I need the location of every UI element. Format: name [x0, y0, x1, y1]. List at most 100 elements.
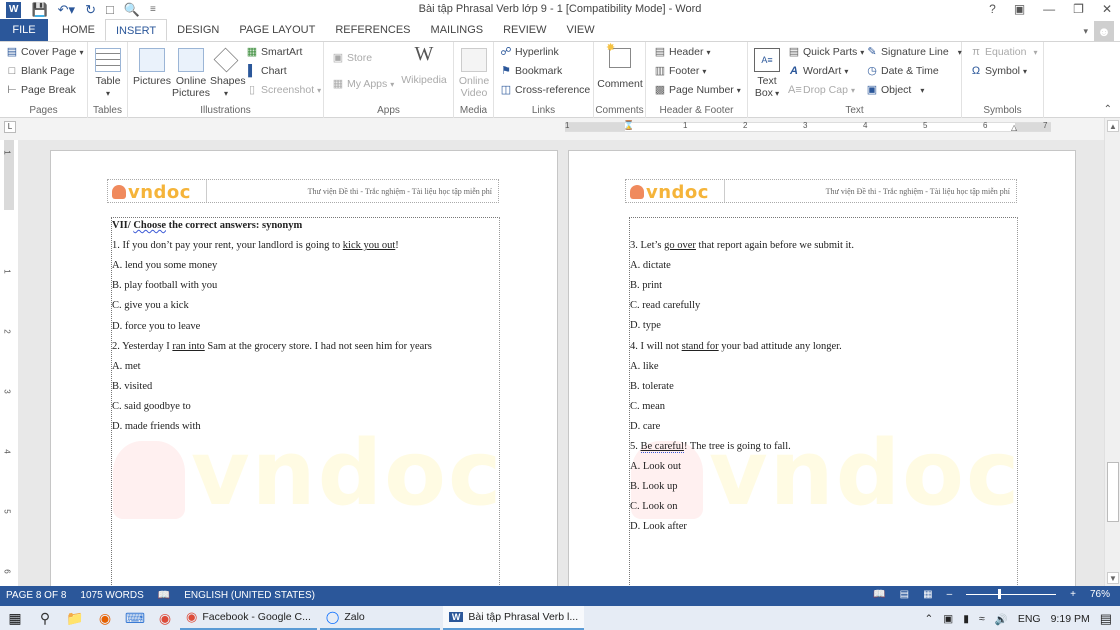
chart-button[interactable]: ▌ Chart	[246, 65, 287, 77]
footer-button[interactable]: ▥ Footer ▾	[654, 65, 707, 77]
tab-page-layout[interactable]: PAGE LAYOUT	[229, 19, 325, 41]
battery-icon[interactable]: ▮	[963, 613, 969, 625]
input-language[interactable]: ENG	[1018, 613, 1041, 625]
zoom-slider[interactable]	[966, 589, 1057, 599]
word-count[interactable]: 1075 WORDS	[80, 590, 143, 601]
right-indent-marker-icon[interactable]: △	[1011, 123, 1017, 132]
tab-home[interactable]: HOME	[52, 19, 105, 41]
vertical-ruler[interactable]: 1 1 2 3 4 5 6	[3, 140, 14, 586]
search-icon[interactable]: ⚲	[30, 610, 60, 627]
date-time-button[interactable]: ◷ Date & Time	[866, 65, 939, 77]
screenshot-button[interactable]: ▯ Screenshot ▾	[246, 84, 321, 96]
cross-reference-button[interactable]: ◫ Cross-reference	[500, 84, 590, 96]
document-line[interactable]: 4. I will not stand for your bad attitud…	[630, 341, 842, 352]
tab-insert[interactable]: INSERT	[105, 19, 168, 41]
volume-icon[interactable]: 🔊	[995, 613, 1008, 626]
windows-start-icon[interactable]: ▦	[0, 610, 30, 627]
online-pictures-button[interactable]: Online Pictures	[172, 48, 210, 99]
scroll-down-icon[interactable]: ▼	[1107, 572, 1119, 584]
document-line[interactable]: C. said goodbye to	[112, 401, 191, 412]
ribbon-display-icon[interactable]: ▣	[1014, 2, 1025, 16]
text-box-button[interactable]: A≡ Text Box ▾	[752, 48, 782, 100]
document-line[interactable]: A. met	[112, 361, 141, 372]
show-hidden-icons[interactable]: ⌃	[924, 613, 933, 625]
proofing-icon[interactable]: 📖	[158, 590, 170, 601]
page-break-button[interactable]: ⊢ Page Break	[6, 84, 76, 96]
quick-parts-button[interactable]: ▤ Quick Parts ▾	[788, 46, 864, 58]
meet-now-icon[interactable]: ▣	[943, 613, 953, 625]
file-explorer-icon[interactable]: 📁	[60, 610, 90, 627]
hyperlink-button[interactable]: ☍ Hyperlink	[500, 46, 558, 58]
bookmark-button[interactable]: ⚑ Bookmark	[500, 65, 562, 77]
zoom-slider-handle[interactable]	[998, 589, 1002, 599]
indent-marker-icon[interactable]: ⌛	[623, 120, 634, 131]
document-line[interactable]: B. visited	[112, 381, 152, 392]
document-line[interactable]: B. tolerate	[630, 381, 674, 392]
document-line[interactable]: C. mean	[630, 401, 665, 412]
tab-design[interactable]: DESIGN	[167, 19, 229, 41]
document-line[interactable]: 3. Let’s go over that report again befor…	[630, 240, 854, 251]
online-video-button[interactable]: Online Video	[456, 48, 492, 99]
user-dropdown-icon[interactable]: ▾	[1083, 26, 1088, 37]
page-count[interactable]: PAGE 8 OF 8	[6, 590, 66, 601]
read-mode-icon[interactable]: 📖	[873, 589, 885, 600]
comment-button[interactable]: ✸ Comment	[596, 42, 644, 90]
document-line[interactable]: D. type	[630, 320, 661, 331]
store-button[interactable]: ▣ Store	[332, 52, 372, 64]
chrome-icon[interactable]: ◉	[150, 610, 180, 627]
document-line[interactable]: C. read carefully	[630, 300, 700, 311]
document-line[interactable]: VII/ Choose the correct answers: synonym	[112, 220, 302, 231]
document-line[interactable]: D. force you to leave	[112, 321, 200, 332]
document-line[interactable]: B. print	[630, 280, 662, 291]
symbol-button[interactable]: Ω Symbol ▾	[970, 65, 1027, 77]
cover-page-button[interactable]: ▤ Cover Page ▾	[6, 46, 84, 58]
tab-references[interactable]: REFERENCES	[325, 19, 420, 41]
my-apps-button[interactable]: ▦ My Apps ▾	[332, 78, 395, 90]
tab-file[interactable]: FILE	[0, 19, 48, 41]
pictures-button[interactable]: Pictures	[132, 48, 172, 87]
document-line[interactable]: 2. Yesterday I ran into Sam at the groce…	[112, 341, 432, 352]
minimize-icon[interactable]: —	[1043, 2, 1055, 16]
document-line[interactable]: A. dictate	[630, 260, 671, 271]
zoom-in-button[interactable]: +	[1070, 589, 1076, 600]
print-layout-icon[interactable]: ▤	[900, 589, 909, 600]
document-line[interactable]: 1. If you don’t pay your rent, your land…	[112, 240, 399, 251]
clock[interactable]: 9:19 PM	[1051, 613, 1090, 625]
keyboard-icon[interactable]: ⌨	[120, 610, 150, 627]
firefox-icon[interactable]: ◉	[90, 610, 120, 627]
document-line[interactable]: D. Look after	[630, 521, 687, 532]
scroll-up-icon[interactable]: ▲	[1107, 120, 1119, 132]
tab-review[interactable]: REVIEW	[493, 19, 556, 41]
smartart-button[interactable]: ▦ SmartArt	[246, 46, 303, 58]
page-number-button[interactable]: ▩ Page Number ▾	[654, 84, 741, 96]
taskbar-app-zalo[interactable]: ◯ Zalo	[319, 606, 440, 630]
document-line[interactable]: A. like	[630, 361, 659, 372]
shapes-button[interactable]: Shapes ▾	[210, 47, 246, 100]
tab-selector[interactable]: L	[4, 121, 16, 133]
document-line[interactable]: 5. Be careful! The tree is going to fall…	[630, 441, 791, 453]
zoom-level[interactable]: 76%	[1090, 589, 1110, 600]
document-line[interactable]: A. Look out	[630, 461, 681, 472]
document-line[interactable]: C. Look on	[630, 501, 678, 512]
help-icon[interactable]: ?	[989, 2, 996, 16]
document-line[interactable]: A. lend you some money	[112, 260, 217, 271]
header-button[interactable]: ▤ Header ▾	[654, 46, 711, 58]
document-line[interactable]: B. Look up	[630, 481, 678, 492]
notifications-icon[interactable]: ▤	[1100, 611, 1112, 627]
scroll-thumb[interactable]	[1107, 462, 1119, 522]
document-line[interactable]: D. care	[630, 421, 660, 432]
wordart-button[interactable]: A WordArt ▾	[788, 65, 848, 77]
signature-line-button[interactable]: ✎ Signature Line ▾	[866, 46, 961, 58]
zoom-out-button[interactable]: –	[947, 589, 953, 600]
drop-cap-button[interactable]: A≡ Drop Cap ▾	[788, 84, 855, 96]
taskbar-app-chrome[interactable]: ◉ Facebook - Google C...	[180, 606, 317, 630]
language-status[interactable]: ENGLISH (UNITED STATES)	[184, 590, 315, 601]
taskbar-app-word[interactable]: W Bài tập Phrasal Verb l...	[442, 606, 585, 630]
wifi-icon[interactable]: ≈	[979, 613, 985, 625]
avatar[interactable]: ☻	[1094, 21, 1114, 41]
close-icon[interactable]: ✕	[1102, 2, 1112, 16]
object-button[interactable]: ▣ Object ▾	[866, 84, 925, 96]
page-left[interactable]: vndoc vndoc Thư viện Đề thi - Trắc nghiệ…	[50, 150, 558, 586]
document-line[interactable]: D. made friends with	[112, 421, 201, 432]
document-line[interactable]: B. play football with you	[112, 280, 217, 291]
